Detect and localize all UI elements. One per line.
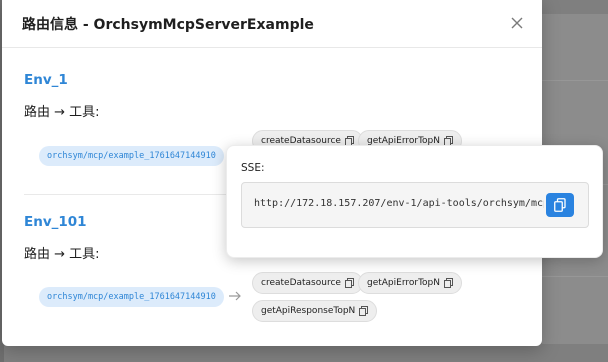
modal-header: 路由信息 - OrchsymMcpServerExample: [2, 0, 542, 48]
copy-url-button[interactable]: [546, 193, 574, 217]
tool-label: createDatasource: [261, 278, 341, 288]
sse-label: SSE:: [241, 162, 265, 174]
copy-icon: [554, 198, 566, 212]
background-divider: [542, 80, 608, 81]
route-label-row: 路由 → 工具:: [24, 101, 100, 120]
arrow-right-icon: [229, 291, 241, 301]
close-button[interactable]: [508, 14, 526, 32]
modal-title: 路由信息 - OrchsymMcpServerExample: [22, 16, 314, 33]
tool-label: getApiResponseTopN: [261, 306, 356, 316]
copy-icon: [359, 306, 369, 316]
tool-label: getApiErrorTopN: [367, 278, 441, 288]
background-divider: [542, 276, 608, 277]
copy-icon: [444, 278, 454, 288]
sse-url-text: http://172.18.157.207/env-1/api-tools/or…: [254, 198, 544, 209]
sse-url-field[interactable]: http://172.18.157.207/env-1/api-tools/or…: [241, 182, 589, 228]
sse-popover: SSE: http://172.18.157.207/env-1/api-too…: [226, 145, 603, 258]
route-tag[interactable]: orchsym/mcp/example_1761647144910: [39, 146, 224, 166]
tool-chip[interactable]: getApiErrorTopN: [358, 272, 463, 294]
route-label: 路由 → 工具:: [24, 105, 100, 120]
env-name: Env_1: [24, 72, 68, 88]
route-tag[interactable]: orchsym/mcp/example_1761647144910: [39, 287, 224, 307]
env-section: Env_101: [24, 214, 87, 230]
tool-chip[interactable]: getApiResponseTopN: [252, 300, 378, 322]
copy-icon: [344, 278, 354, 288]
route-label-row: 路由 → 工具:: [24, 243, 100, 262]
close-icon: [511, 17, 523, 29]
tool-chip[interactable]: createDatasource: [252, 272, 363, 294]
env-name: Env_101: [24, 214, 87, 230]
env-section: Env_1: [24, 72, 68, 88]
route-label: 路由 → 工具:: [24, 247, 100, 262]
